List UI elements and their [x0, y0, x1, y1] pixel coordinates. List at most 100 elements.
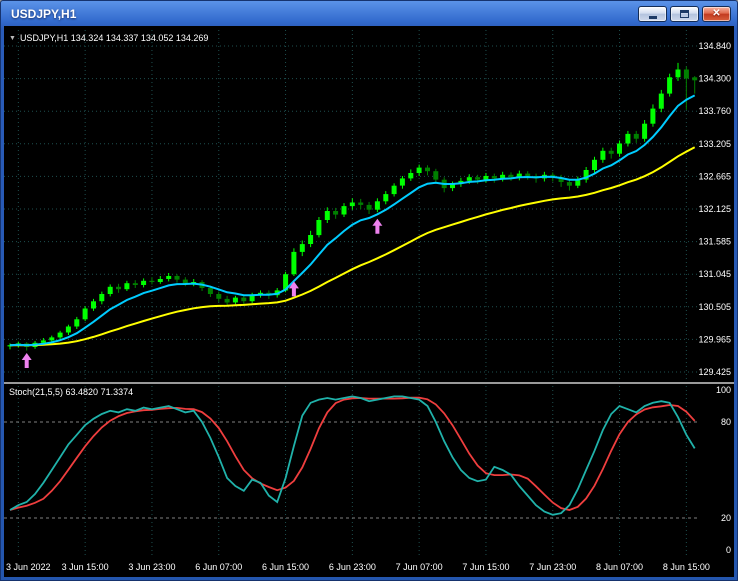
price-axis-label: 129.425: [698, 367, 731, 377]
candle-body: [82, 308, 88, 320]
candle-body: [683, 69, 689, 79]
candle-body: [299, 244, 305, 252]
candle-body: [124, 283, 130, 290]
time-axis-label: 7 Jun 15:00: [462, 562, 509, 572]
price-axis-label: 133.205: [698, 139, 731, 149]
candle-body: [466, 177, 472, 181]
candle-body: [316, 220, 322, 236]
candle-body: [132, 283, 138, 285]
time-axis-label: 7 Jun 07:00: [396, 562, 443, 572]
candle-body: [491, 176, 497, 179]
candle-body: [525, 173, 531, 176]
candle-body: [692, 77, 698, 81]
candle-body: [174, 276, 180, 280]
titlebar[interactable]: USDJPY,H1 ✕: [4, 1, 734, 26]
price-axis-label: 134.840: [698, 41, 731, 51]
candle-body: [416, 167, 422, 173]
ohlc-text: USDJPY,H1 134.324 134.337 134.052 134.26…: [19, 33, 209, 43]
minimize-icon: [648, 15, 657, 19]
price-axis-label: 132.125: [698, 204, 731, 214]
candle-body: [341, 206, 347, 215]
chart-canvas[interactable]: 134.840 134.300 133.760 133.205 132.665 132.1…: [4, 26, 734, 577]
candle-body: [391, 185, 397, 195]
ohlc-label: ▼ USDJPY,H1 134.324 134.337 134.052 134.…: [9, 33, 208, 43]
time-axis-label: 3 Jun 23:00: [128, 562, 175, 572]
candle-body: [324, 211, 330, 220]
candle-body: [216, 294, 222, 299]
buy-arrow-icon: [21, 353, 32, 368]
candle-body: [224, 298, 230, 303]
time-axis-label: 3 Jun 15:00: [62, 562, 109, 572]
price-axis-label: 131.585: [698, 237, 731, 247]
candle-body: [475, 177, 481, 180]
candle-body: [308, 235, 314, 244]
candle-body: [600, 150, 606, 160]
time-axis-label: 6 Jun 07:00: [195, 562, 242, 572]
minimize-button[interactable]: [638, 5, 667, 22]
candle-body: [675, 69, 681, 78]
time-axis-label: 6 Jun 23:00: [329, 562, 376, 572]
candle-body: [107, 286, 113, 294]
buy-arrow-icon: [372, 218, 383, 234]
candle-body: [333, 211, 339, 215]
candle-body: [166, 276, 172, 279]
candle-body: [65, 326, 71, 333]
candle-body: [383, 194, 389, 202]
price-axis-label: 133.760: [698, 106, 731, 116]
candle-body: [232, 297, 238, 303]
candle-body: [366, 204, 372, 210]
grid: 134.840 134.300 133.760 133.205 132.665 132.1…: [4, 30, 731, 572]
candle-body: [349, 202, 355, 207]
time-axis-label: 6 Jun 15:00: [262, 562, 309, 572]
ma-fast-line: [9, 94, 696, 347]
chart-window: USDJPY,H1 ✕ 134.840 134.300 133.760 133.205…: [0, 0, 738, 581]
candle-body: [74, 319, 80, 327]
candle-body: [40, 340, 46, 343]
time-axis-label: 8 Jun 07:00: [596, 562, 643, 572]
stoch-axis-label: 0: [726, 545, 731, 555]
window-controls: ✕: [638, 5, 734, 22]
moving-averages: [9, 94, 696, 347]
candle-body: [91, 301, 96, 309]
candle-body: [374, 201, 380, 210]
stoch-axis-label: 20: [721, 513, 731, 523]
dropdown-triangle-icon[interactable]: ▼: [9, 35, 16, 42]
candle-body: [633, 133, 639, 139]
price-axis-label: 129.965: [698, 334, 731, 344]
candle-body: [642, 123, 648, 139]
maximize-icon: [680, 9, 689, 18]
time-axis-label: 8 Jun 15:00: [663, 562, 710, 572]
window-title: USDJPY,H1: [11, 6, 77, 21]
price-axis-label: 131.045: [698, 269, 731, 279]
candle-body: [99, 294, 105, 302]
candle-body: [433, 171, 439, 180]
indicator-label: Stoch(21,5,5) 63.4820 71.3374: [9, 387, 134, 397]
candle-body: [566, 182, 572, 186]
price-axis-label: 132.665: [698, 171, 731, 181]
maximize-button[interactable]: [670, 5, 699, 22]
candle-body: [483, 176, 489, 180]
candle-body: [667, 77, 673, 94]
candle-body: [291, 251, 297, 275]
time-axis-label: 7 Jun 23:00: [529, 562, 576, 572]
price-axis-label: 134.300: [698, 74, 731, 84]
close-button[interactable]: ✕: [702, 5, 731, 22]
candle-body: [592, 159, 597, 170]
time-axis-label: 3 Jun 2022: [6, 562, 51, 572]
candle-body: [658, 93, 664, 109]
candle-body: [157, 279, 163, 282]
candle-body: [241, 297, 247, 302]
candle-body: [141, 280, 147, 285]
candle-body: [608, 150, 614, 154]
candle-body: [358, 202, 364, 205]
candle-body: [617, 143, 622, 154]
candle-body: [57, 332, 63, 338]
candle-body: [207, 288, 213, 294]
chart-client-area: 134.840 134.300 133.760 133.205 132.665 132.1…: [4, 26, 734, 577]
stoch-axis-label: 100: [716, 385, 731, 395]
candle-body: [625, 133, 631, 144]
candle-body: [116, 286, 121, 290]
candle-body: [650, 108, 656, 124]
candle-body: [399, 178, 405, 186]
candle-body: [508, 174, 514, 178]
